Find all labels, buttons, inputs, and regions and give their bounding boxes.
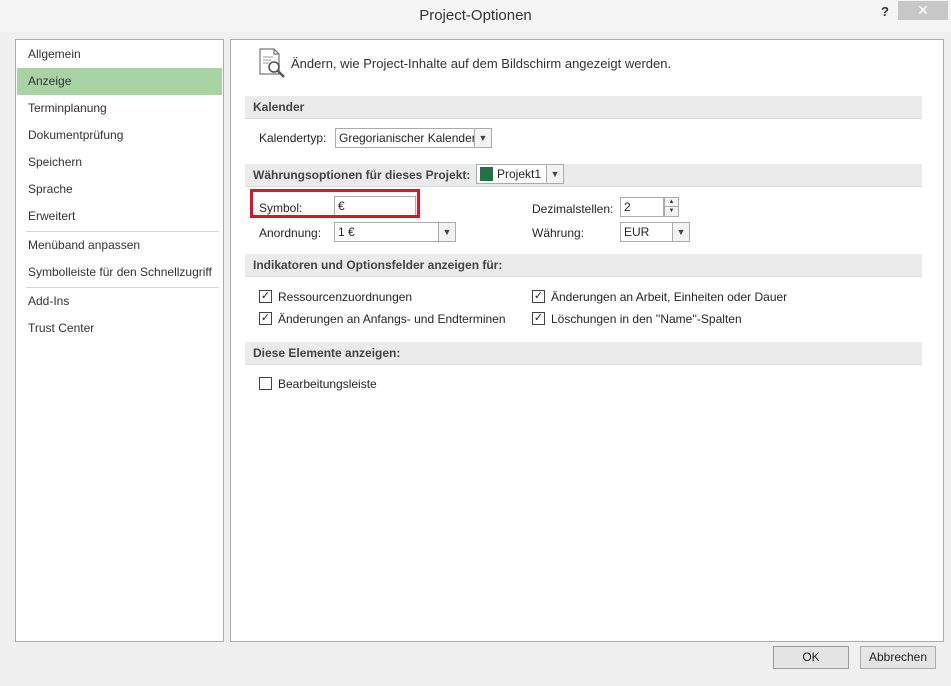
checkbox-arbeit-einheiten-dauer[interactable]: ✓ <box>532 290 545 303</box>
currency-value: EUR <box>624 225 650 239</box>
sidebar-item-schnellzugriff[interactable]: Symbolleiste für den Schnellzugriff <box>17 259 222 286</box>
checkbox-ressourcenzuordnungen[interactable]: ✓ <box>259 290 272 303</box>
checkbox-label[interactable]: Bearbeitungsleiste <box>278 377 377 391</box>
display-settings-icon <box>257 46 287 81</box>
sidebar-item-menueband[interactable]: Menüband anpassen <box>17 232 222 259</box>
chevron-down-icon: ▼ <box>438 223 455 241</box>
decimals-spinner[interactable]: ▲ ▼ <box>664 197 679 217</box>
close-icon: ✕ <box>917 2 929 18</box>
calendar-type-label: Kalendertyp: <box>259 131 327 145</box>
section-header-elemente: Diese Elemente anzeigen: <box>245 342 922 365</box>
sidebar-item-allgemein[interactable]: Allgemein <box>17 41 222 68</box>
page-description: Ändern, wie Project-Inhalte auf dem Bild… <box>291 56 672 71</box>
checkbox-label[interactable]: Löschungen in den ''Name''-Spalten <box>551 312 742 326</box>
check-icon: ✓ <box>260 290 271 302</box>
currency-dropdown[interactable]: EUR ▼ <box>620 222 690 242</box>
sidebar-item-dokumentpruefung[interactable]: Dokumentprüfung <box>17 122 222 149</box>
sidebar-item-trust-center[interactable]: Trust Center <box>17 315 222 342</box>
options-sidebar: Allgemein Anzeige Terminplanung Dokument… <box>15 39 224 642</box>
chevron-down-icon: ▼ <box>474 129 491 147</box>
project-file-icon <box>480 166 493 181</box>
sidebar-item-anzeige[interactable]: Anzeige <box>17 68 222 95</box>
checkbox-bearbeitungsleiste[interactable] <box>259 377 272 390</box>
project-value: Projekt1 <box>497 167 542 181</box>
sidebar-item-sprache[interactable]: Sprache <box>17 176 222 203</box>
cancel-button[interactable]: Abbrechen <box>860 646 936 669</box>
sidebar-item-add-ins[interactable]: Add-Ins <box>17 288 222 315</box>
options-content: Ändern, wie Project-Inhalte auf dem Bild… <box>230 39 944 642</box>
highlight-box <box>250 189 420 218</box>
close-button[interactable]: ✕ <box>898 1 948 20</box>
check-icon: ✓ <box>260 312 271 324</box>
project-dropdown[interactable]: Projekt1 ▼ <box>476 164 564 184</box>
section-header-indikatoren: Indikatoren und Optionsfelder anzeigen f… <box>245 254 922 277</box>
checkbox-label[interactable]: Ressourcenzuordnungen <box>278 290 412 304</box>
help-button[interactable]: ? <box>872 2 898 24</box>
checkbox-loeschungen-name[interactable]: ✓ <box>532 312 545 325</box>
currency-label: Währung: <box>532 226 585 240</box>
section-header-waehrung: Währungsoptionen für dieses Projekt: <box>245 164 922 187</box>
chevron-down-icon: ▼ <box>546 165 563 183</box>
sidebar-item-speichern[interactable]: Speichern <box>17 149 222 176</box>
calendar-type-value: Gregorianischer Kalender <box>339 131 476 145</box>
check-icon: ✓ <box>533 290 544 302</box>
decimals-input[interactable]: 2 <box>620 197 664 217</box>
chevron-down-icon: ▼ <box>672 223 689 241</box>
spin-down-icon[interactable]: ▼ <box>665 207 678 216</box>
window-title: Project-Optionen <box>419 7 532 24</box>
calendar-type-dropdown[interactable]: Gregorianischer Kalender ▼ <box>335 128 492 148</box>
sidebar-item-erweitert[interactable]: Erweitert <box>17 203 222 230</box>
placement-value: 1 € <box>338 225 355 239</box>
checkbox-label[interactable]: Änderungen an Anfangs- und Endterminen <box>278 312 506 326</box>
decimals-label: Dezimalstellen: <box>532 202 614 216</box>
title-bar: Project-Optionen ? ✕ <box>0 0 951 32</box>
spin-up-icon[interactable]: ▲ <box>665 198 678 207</box>
section-header-kalender: Kalender <box>245 96 922 119</box>
check-icon: ✓ <box>533 312 544 324</box>
ok-button[interactable]: OK <box>773 646 849 669</box>
sidebar-item-terminplanung[interactable]: Terminplanung <box>17 95 222 122</box>
checkbox-label[interactable]: Änderungen an Arbeit, Einheiten oder Dau… <box>551 290 787 304</box>
placement-label: Anordnung: <box>259 226 322 240</box>
checkbox-anfangs-endtermine[interactable]: ✓ <box>259 312 272 325</box>
placement-dropdown[interactable]: 1 € ▼ <box>334 222 456 242</box>
